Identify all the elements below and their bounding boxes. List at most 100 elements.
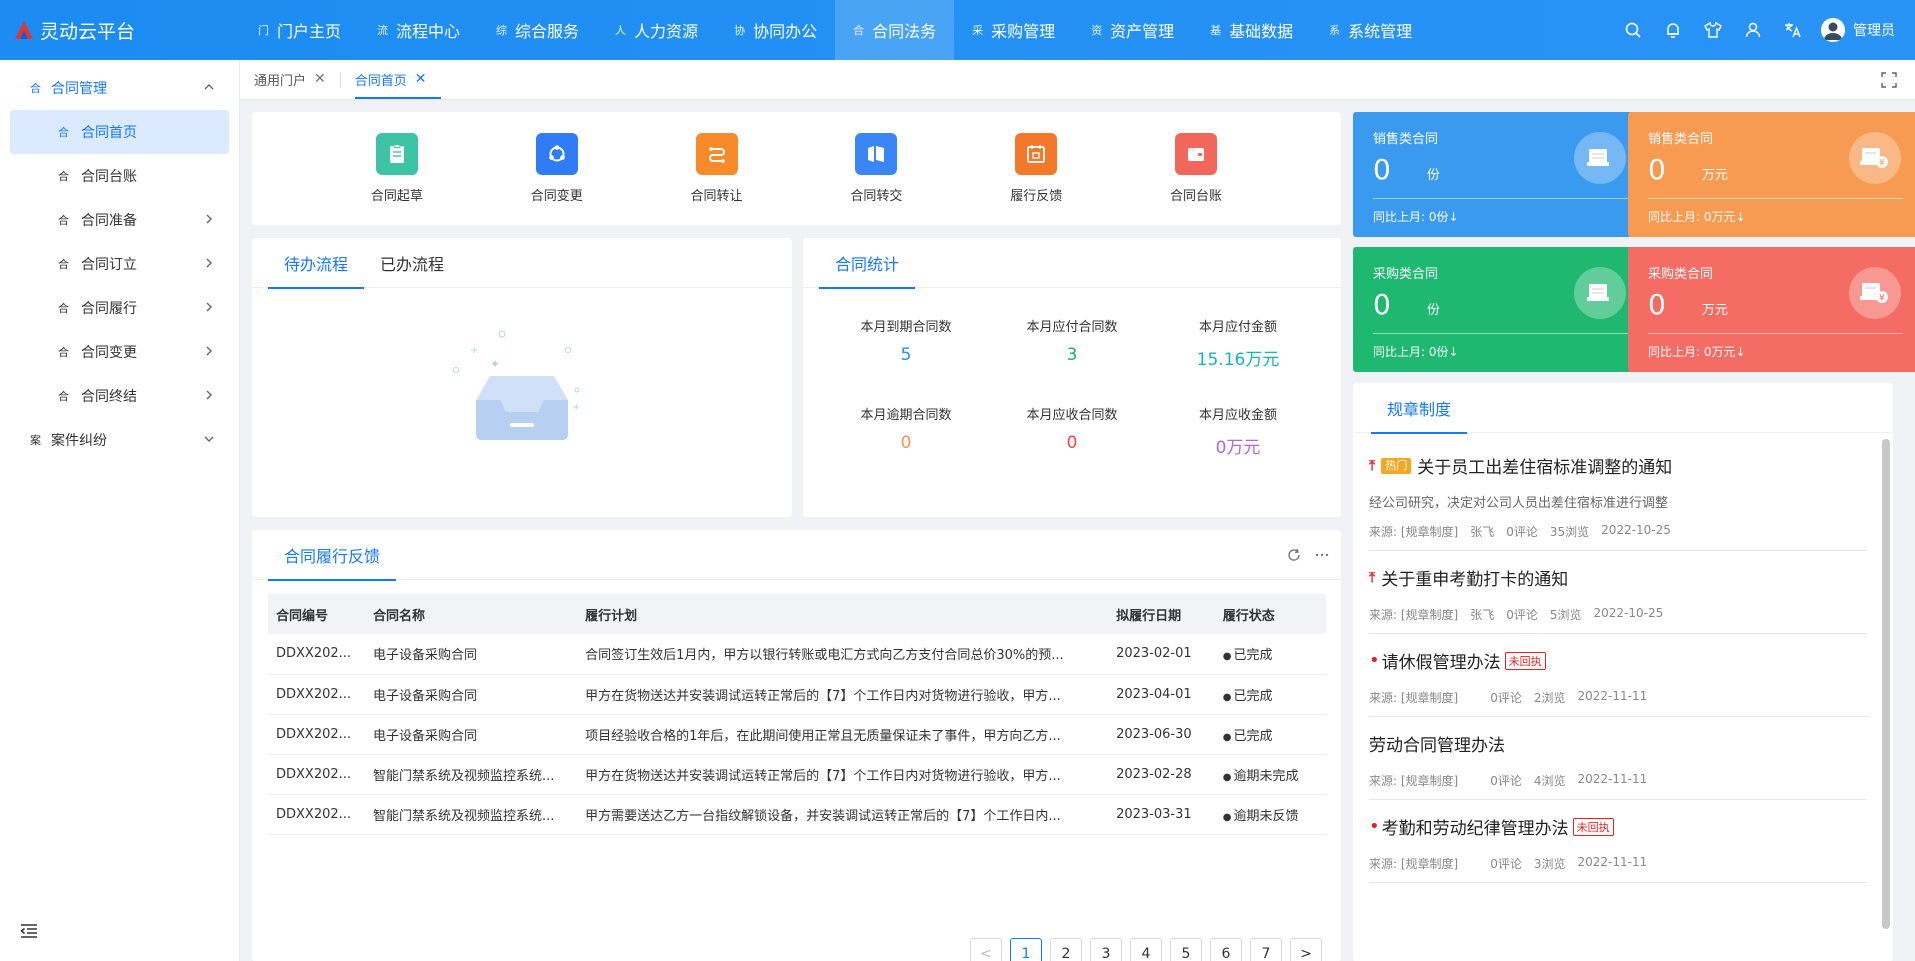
more-icon[interactable]: [1315, 548, 1329, 566]
nav-item-1[interactable]: 流流程中心: [359, 0, 478, 60]
sidebar-item-label: 合同履行: [81, 301, 137, 317]
sidebar-item-6[interactable]: 合合同终结: [10, 374, 229, 418]
sidebar-item-3[interactable]: 合合同订立: [10, 242, 229, 286]
page-button[interactable]: 3: [1090, 938, 1122, 961]
page-button[interactable]: 2: [1050, 938, 1082, 961]
page-button[interactable]: 1: [1010, 938, 1042, 961]
quick-action-contract-transfer[interactable]: 合同转让: [667, 133, 767, 204]
bell-icon[interactable]: [1653, 0, 1693, 60]
regulation-title[interactable]: 关于重申考勤打卡的通知: [1381, 565, 1568, 590]
tab-regulations[interactable]: 规章制度: [1371, 383, 1468, 434]
column-header[interactable]: 履行状态: [1214, 594, 1326, 634]
sidebar-item-5[interactable]: 合合同变更: [10, 330, 229, 374]
quick-action-performance-feedback[interactable]: 履行反馈: [986, 133, 1086, 204]
unsigned-badge: 未回执: [1504, 651, 1546, 670]
nav-item-6[interactable]: 采采购管理: [954, 0, 1073, 60]
nav-item-9[interactable]: 系系统管理: [1311, 0, 1430, 60]
status-text: 已完成: [1233, 648, 1273, 664]
tab-contract-feedback[interactable]: 合同履行反馈: [268, 530, 397, 581]
quick-action-contract-ledger[interactable]: 合同台账: [1146, 133, 1246, 204]
prev-page-button[interactable]: <: [970, 938, 1002, 961]
nav-item-label: 协同办公: [753, 22, 818, 41]
status-text: 已完成: [1233, 728, 1273, 744]
sidebar-group-contract-management[interactable]: 合 合同管理: [0, 66, 239, 110]
next-page-button[interactable]: >: [1290, 938, 1322, 961]
quick-action-contract-draft[interactable]: 合同起草: [347, 133, 447, 204]
stat-tile-2[interactable]: 采购类合同 0 份同比上月: 0份↓: [1353, 247, 1648, 372]
regulation-item[interactable]: ⤒ 热门 关于员工出差住宿标准调整的通知 经公司研究，决定对公司人员出差住宿标准进行调…: [1369, 439, 1867, 551]
sidebar-item-2[interactable]: 合合同准备: [10, 198, 229, 242]
stat-value[interactable]: 0: [823, 433, 989, 453]
stat-value[interactable]: 5: [823, 345, 989, 365]
table-row[interactable]: DDXX202... 智能门禁系统及视频监控系统... 甲方需要送达乙方一台指纹解锁…: [268, 794, 1326, 835]
regulation-title[interactable]: 请休假管理办法: [1382, 648, 1501, 673]
regulation-title[interactable]: 劳动合同管理办法: [1369, 731, 1505, 756]
close-icon[interactable]: ✕: [314, 71, 326, 87]
stat-tile-0[interactable]: 销售类合同 0 份同比上月: 0份↓: [1353, 112, 1648, 237]
nav-item-0[interactable]: 门门户主页: [240, 0, 359, 60]
tab-contract-stats[interactable]: 合同统计: [819, 238, 916, 289]
regulation-item[interactable]: • 考勤和劳动纪律管理办法 未回执 来源: [规章制度] 0评论 3浏览 2022-11-1…: [1369, 800, 1867, 883]
regulation-title[interactable]: 关于员工出差住宿标准调整的通知: [1417, 453, 1672, 478]
quick-action-contract-handover[interactable]: 合同转交: [826, 133, 926, 204]
table-row[interactable]: DDXX202... 电子设备采购合同 甲方在货物送达并安装调试运转正常后的【7】个…: [268, 674, 1326, 715]
stat-value[interactable]: 0: [989, 433, 1155, 453]
main-nav: 门门户主页流流程中心综综合服务人人力资源协协同办公合合同法务采采购管理资资产管理…: [240, 0, 1430, 60]
nav-item-4[interactable]: 协协同办公: [716, 0, 835, 60]
nav-item-5[interactable]: 合合同法务: [835, 0, 955, 60]
page-button[interactable]: 7: [1250, 938, 1282, 961]
refresh-icon[interactable]: [1287, 548, 1301, 566]
chevron-up-icon: [203, 81, 215, 97]
table-row[interactable]: DDXX202... 电子设备采购合同 项目经验收合格的1年后，在此期间使用正常且无…: [268, 714, 1326, 755]
nav-item-2[interactable]: 综综合服务: [478, 0, 597, 60]
language-icon[interactable]: [1773, 0, 1813, 60]
tile-comparison: 同比上月: 0份↓: [1373, 345, 1459, 359]
stat-value[interactable]: 3: [989, 345, 1155, 365]
tab-completed-workflow[interactable]: 已办流程: [364, 238, 460, 288]
collapse-sidebar-icon[interactable]: [20, 923, 38, 943]
close-icon[interactable]: ✕: [415, 71, 427, 87]
column-header[interactable]: 拟履行日期: [1108, 594, 1215, 634]
page-tab-contract-home[interactable]: 合同首页 ✕: [341, 59, 441, 99]
stat-tile-3[interactable]: 采购类合同 0 万元 同比上月: 0万元↓ ¥: [1628, 247, 1915, 372]
column-header[interactable]: 合同编号: [268, 594, 365, 634]
quick-action-contract-change[interactable]: 合同变更: [507, 133, 607, 204]
column-header[interactable]: 合同名称: [364, 594, 578, 634]
fullscreen-icon[interactable]: [1881, 72, 1897, 92]
table-row[interactable]: DDXX202... 电子设备采购合同 合同签订生效后1月内，甲方以银行转账或电汇方…: [268, 634, 1326, 675]
regulation-item[interactable]: • 请休假管理办法 未回执 来源: [规章制度] 0评论 2浏览 2022-11-11: [1369, 634, 1867, 717]
tab-pending-workflow[interactable]: 待办流程: [268, 238, 365, 289]
nav-item-7[interactable]: 资资产管理: [1073, 0, 1192, 60]
search-icon[interactable]: [1613, 0, 1653, 60]
regulation-item[interactable]: ⤒ 关于重申考勤打卡的通知 来源: [规章制度] 张飞 0评论 5浏览 2022-10-25: [1369, 551, 1867, 634]
scrollbar[interactable]: [1882, 439, 1890, 929]
regulation-title[interactable]: 考勤和劳动纪律管理办法: [1382, 814, 1569, 839]
theme-shirt-icon[interactable]: [1693, 0, 1733, 60]
sidebar-item-0[interactable]: 合合同首页: [10, 110, 229, 154]
column-header[interactable]: 履行计划: [577, 594, 1109, 634]
page-button[interactable]: 6: [1210, 938, 1242, 961]
regulation-item[interactable]: 劳动合同管理办法 来源: [规章制度] 0评论 4浏览 2022-11-11: [1369, 717, 1867, 800]
cell-plan: 项目经验收合格的1年后，在此期间使用正常且无质量保证未了事件，甲方向乙方...: [577, 714, 1109, 755]
nav-item-8[interactable]: 基基础数据: [1192, 0, 1311, 60]
sidebar-item-1[interactable]: 合合同台账: [10, 154, 229, 198]
sidebar-group-case-disputes[interactable]: 案 案件纠纷: [0, 418, 239, 462]
contract-change-icon: [535, 133, 578, 175]
stat-value[interactable]: 15.16万元: [1155, 345, 1321, 370]
stat-value[interactable]: 0万元: [1155, 433, 1321, 458]
tile-unit: 万元: [1701, 303, 1728, 318]
page-button[interactable]: 5: [1170, 938, 1202, 961]
empty-inbox-icon: + ✦ +: [452, 328, 592, 452]
page-button[interactable]: 4: [1130, 938, 1162, 961]
page-tab-general-portal[interactable]: 通用门户 ✕: [240, 59, 340, 99]
stat-tile-1[interactable]: 销售类合同 0 万元 同比上月: 0万元↓ ¥: [1628, 112, 1915, 237]
table-row[interactable]: DDXX202... 智能门禁系统及视频监控系统... 甲方在货物送达并安装调试运转…: [268, 754, 1326, 795]
page-tab-label: 通用门户: [254, 73, 307, 89]
user-menu[interactable]: 管理员: [1821, 18, 1895, 42]
user-profile-icon[interactable]: [1733, 0, 1773, 60]
app-logo[interactable]: 灵动云平台: [0, 17, 240, 44]
regulation-meta: 来源: [规章制度] 张飞 0评论 35浏览 2022-10-25: [1369, 523, 1867, 550]
sidebar-item-4[interactable]: 合合同履行: [10, 286, 229, 330]
regulation-title-row: • 请休假管理办法 未回执: [1369, 648, 1867, 673]
nav-item-3[interactable]: 人人力资源: [597, 0, 716, 60]
